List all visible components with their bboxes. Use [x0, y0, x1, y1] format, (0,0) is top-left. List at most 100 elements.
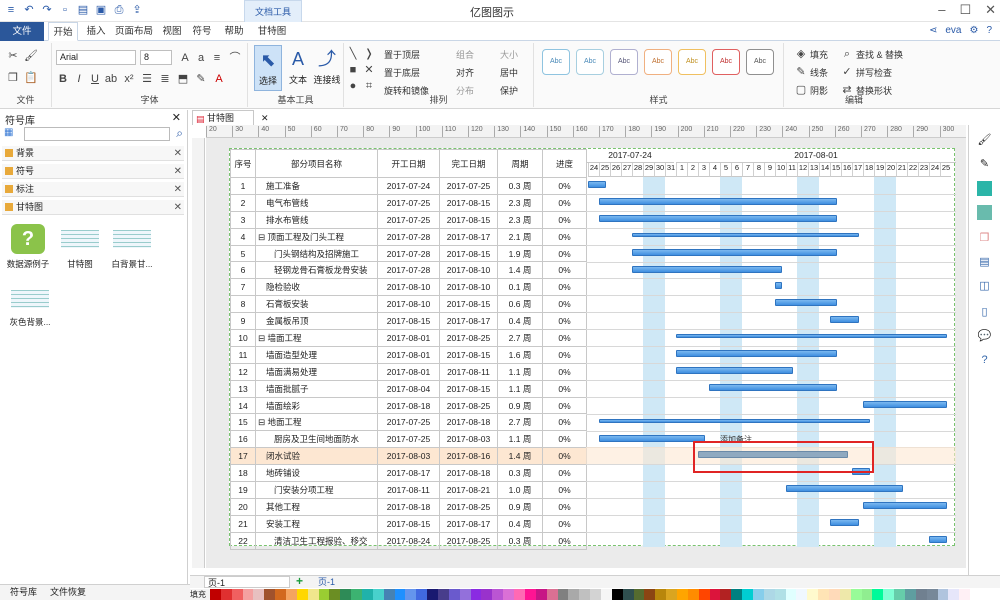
table-row[interactable]: 10 ⊟ 墙面工程 2017-08-01 2017-08-25 2.7 周 0% [230, 329, 587, 347]
table-row[interactable]: 4 ⊟ 顶面工程及门头工程 2017-07-28 2017-08-17 2.1 周 0% [230, 227, 587, 246]
tab-start[interactable]: 开始 [48, 22, 78, 41]
palette-swatch[interactable] [405, 589, 417, 600]
tab-view[interactable]: 视图 [158, 22, 186, 41]
table-row[interactable]: 13 墙面批腻子 2017-08-04 2017-08-15 1.1 周 0% [230, 379, 587, 398]
task-bar[interactable] [709, 383, 837, 391]
task-bar[interactable] [863, 400, 947, 408]
table-row[interactable]: 11 墙面造型处理 2017-08-01 2017-08-15 1.6 周 0% [230, 345, 587, 364]
palette-swatch[interactable] [438, 589, 449, 600]
task-bar[interactable] [588, 181, 606, 188]
style-swatch-1[interactable]: Abc [542, 49, 570, 75]
align-button[interactable]: 对齐 [456, 66, 474, 79]
palette-swatch[interactable] [883, 589, 895, 600]
palette-swatch[interactable] [763, 589, 775, 600]
palette-swatch[interactable] [894, 589, 905, 600]
tab-symbol-library[interactable]: 符号库 [10, 585, 37, 600]
task-bar[interactable] [775, 299, 837, 307]
table-row[interactable]: 2 电气布管线 2017-07-25 2017-08-15 2.3 周 0% [230, 193, 587, 212]
palette-swatch[interactable] [492, 589, 504, 600]
palette-swatch[interactable] [296, 589, 308, 600]
thumb-gantt[interactable]: 甘特图 [58, 224, 102, 270]
palette-swatch[interactable] [861, 589, 873, 600]
line-button[interactable]: 线条 [810, 66, 828, 79]
close-icon[interactable]: ✕ [261, 111, 269, 125]
export-icon[interactable]: ⇪ [130, 3, 144, 17]
cross-tool-icon[interactable]: ✕ [362, 63, 376, 77]
section-gantt[interactable]: 甘特图 ✕ [2, 200, 184, 215]
palette-swatch[interactable] [568, 589, 580, 600]
palette-swatch[interactable] [481, 589, 493, 600]
table-row[interactable]: 20 其他工程 2017-08-18 2017-08-25 0.9 周 0% [230, 497, 587, 516]
document-tab[interactable]: ▤ 甘特图 ✕ [192, 110, 269, 125]
app-icon[interactable]: ≡ [4, 3, 18, 17]
palette-swatch[interactable] [351, 589, 363, 600]
palette-swatch[interactable] [872, 589, 884, 600]
palette-swatch[interactable] [275, 589, 287, 600]
summary-bar[interactable] [599, 418, 870, 423]
palette-swatch[interactable] [807, 589, 819, 600]
undo-icon[interactable]: ↶ [22, 3, 36, 17]
table-row[interactable]: 3 排水布管线 2017-07-25 2017-08-15 2.3 周 0% [230, 210, 587, 229]
section-background[interactable]: 背景 ✕ [2, 146, 184, 161]
crop-tool-icon[interactable]: ⌗ [362, 79, 376, 93]
help-icon[interactable]: ? [977, 353, 992, 368]
style-swatch-3[interactable]: Abc [610, 49, 638, 75]
task-bar[interactable] [830, 316, 859, 324]
palette-swatch[interactable] [546, 589, 558, 600]
shrink-font-icon[interactable]: a [194, 51, 208, 65]
send-to-back-button[interactable]: 置于底层 [384, 66, 420, 79]
table-row[interactable]: 7 隐检验收 2017-08-10 2017-08-10 0.1 周 0% [230, 278, 587, 297]
palette-swatch[interactable] [590, 589, 601, 600]
table-row[interactable]: 15 ⊟ 地面工程 2017-07-25 2017-08-18 2.7 周 0% [230, 413, 587, 432]
page-panel-icon[interactable]: ▤ [977, 255, 992, 270]
copy-icon[interactable]: ❐ [6, 71, 20, 85]
underline-icon[interactable]: U [88, 72, 102, 86]
bullets-icon[interactable]: ☰ [140, 72, 154, 86]
gantt-chart[interactable]: 序号 部分项目名称 开工日期 完工日期 周期 进度 1 施工准备 2017-07-24 2017… [229, 148, 956, 550]
table-row[interactable]: 8 石膏板安装 2017-08-10 2017-08-15 0.6 周 0% [230, 295, 587, 314]
palette-swatch[interactable] [318, 589, 330, 600]
task-bar[interactable] [599, 214, 837, 222]
palette-swatch[interactable] [698, 589, 710, 600]
style-swatch-7[interactable]: Abc [746, 49, 774, 75]
palette-swatch[interactable] [340, 589, 352, 600]
table-row[interactable]: 16 厨房及卫生间地面防水 2017-07-25 2017-08-03 1.1 周 0% [230, 430, 587, 449]
tab-gantt[interactable]: 甘特图 [252, 22, 292, 41]
palette-swatch[interactable] [633, 589, 645, 600]
palette-swatch[interactable] [535, 589, 547, 600]
minimize-icon[interactable]: – [938, 2, 945, 18]
palette-swatch[interactable] [579, 589, 591, 600]
drawing-canvas[interactable]: 序号 部分项目名称 开工日期 完工日期 周期 进度 1 施工准备 2017-07-24 2017… [206, 138, 966, 568]
table-row[interactable]: 6 轻钢龙骨石膏板龙骨安装 2017-07-28 2017-08-10 1.4 周 0% [230, 261, 587, 280]
palette-swatch[interactable] [644, 589, 656, 600]
palette-swatch[interactable] [383, 589, 395, 600]
save-icon[interactable]: ▣ [94, 3, 108, 17]
palette-swatch[interactable] [905, 589, 916, 600]
section-symbol[interactable]: 符号 ✕ [2, 164, 184, 179]
palette-swatch[interactable] [394, 589, 406, 600]
palette-swatch[interactable] [427, 589, 439, 600]
center-button[interactable]: 居中 [500, 66, 518, 79]
align-text-icon[interactable]: ≣ [158, 72, 172, 86]
superscript-icon[interactable]: x² [122, 72, 136, 86]
palette-swatch[interactable] [774, 589, 786, 600]
palette-swatch[interactable] [448, 589, 460, 600]
layers-icon[interactable]: ❐ [977, 231, 992, 246]
palette-swatch[interactable] [372, 589, 384, 600]
palette-swatch[interactable] [850, 589, 862, 600]
close-icon[interactable]: ✕ [174, 182, 182, 197]
thumb-gray-background[interactable]: 灰色背景... [4, 286, 56, 328]
palette-swatch[interactable] [622, 589, 634, 600]
palette-swatch[interactable] [937, 589, 949, 600]
arc-tool-icon[interactable]: ❭ [362, 47, 376, 61]
italic-icon[interactable]: I [72, 72, 86, 86]
palette-swatch[interactable] [210, 589, 221, 600]
spell-check-button[interactable]: 拼写检查 [856, 66, 892, 79]
font-color-icon[interactable]: A [212, 72, 226, 86]
settings-icon[interactable]: ⚙ [969, 25, 978, 36]
add-page-icon[interactable]: + [296, 575, 303, 587]
palette-swatch[interactable] [839, 589, 851, 600]
tab-file-recovery[interactable]: 文件恢复 [50, 585, 86, 600]
bold-icon[interactable]: B [56, 72, 70, 86]
color-palette[interactable] [210, 589, 971, 600]
